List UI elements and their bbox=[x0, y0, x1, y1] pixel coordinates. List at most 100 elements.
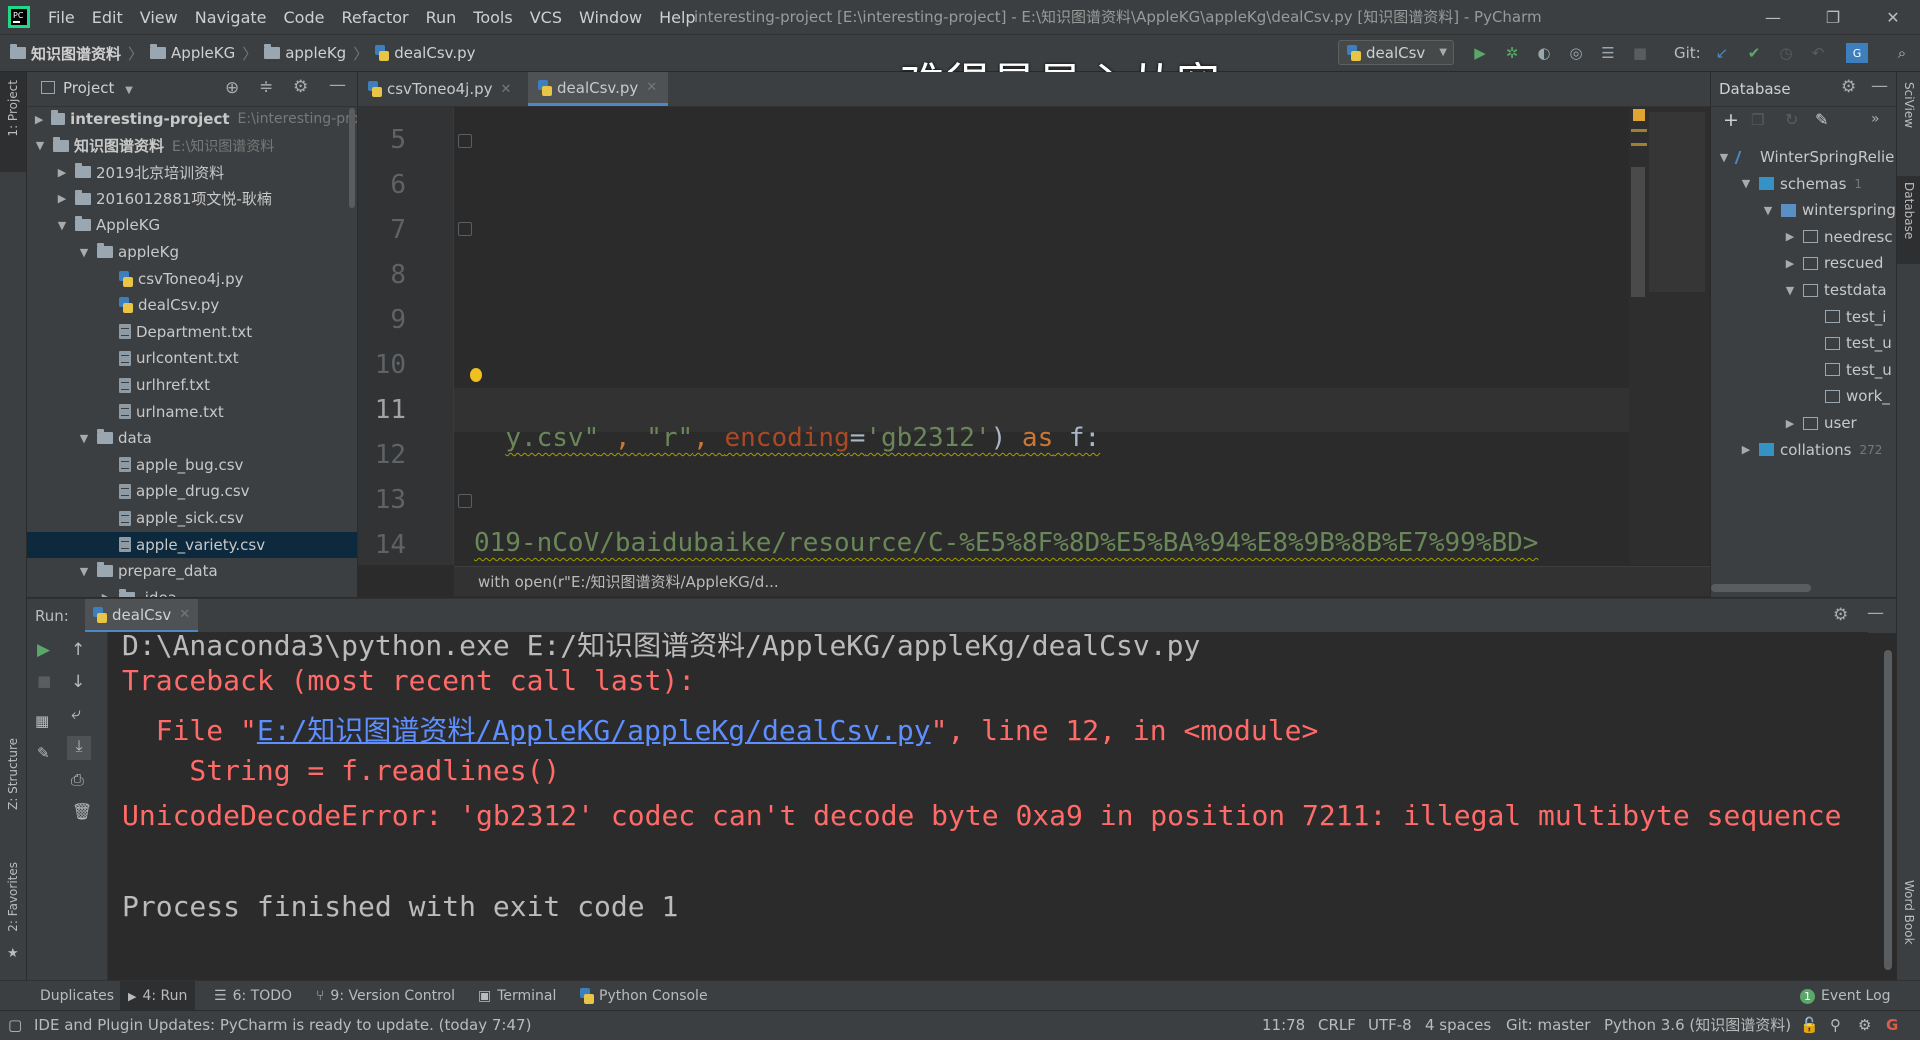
settings-icon[interactable]: ⚙ bbox=[1858, 1011, 1871, 1040]
concurrency-icon[interactable]: ☰ bbox=[1596, 41, 1620, 65]
tree-item[interactable]: apple_drug.csv bbox=[27, 478, 357, 504]
vcs-commit-icon[interactable]: ✔ bbox=[1742, 41, 1766, 65]
todo-tool-button[interactable]: ☰ 6: TODO bbox=[214, 981, 292, 1011]
db-tree-item[interactable]: ▼ winterspring bbox=[1711, 197, 1897, 223]
structure-tool-tab[interactable]: Z: Structure bbox=[6, 738, 20, 810]
git-branch[interactable]: Git: master bbox=[1506, 1011, 1590, 1040]
tree-item[interactable]: dealCsv.py bbox=[27, 292, 357, 318]
chevron-right-icon[interactable]: ▶ bbox=[55, 166, 69, 179]
db-tree-item[interactable]: ▼ testdata bbox=[1711, 277, 1897, 303]
run-console[interactable]: D:\Anaconda3\python.exe E:/知识图谱资料/AppleK… bbox=[108, 632, 1868, 980]
chevron-right-icon[interactable]: ▶ bbox=[99, 591, 113, 597]
db-tree-item[interactable]: ▶ rescued bbox=[1711, 250, 1897, 276]
vcs-update-icon[interactable]: ↙ bbox=[1710, 41, 1734, 65]
tree-item[interactable]: urlcontent.txt bbox=[27, 345, 357, 371]
tree-item[interactable]: urlhref.txt bbox=[27, 372, 357, 398]
tree-item[interactable]: apple_variety.csv bbox=[27, 531, 357, 558]
restore-button[interactable]: ❐ bbox=[1810, 0, 1856, 34]
tree-item[interactable]: csvToneo4j.py bbox=[27, 266, 357, 292]
copy-icon[interactable]: ❐ bbox=[1751, 111, 1764, 129]
menu-edit[interactable]: Edit bbox=[92, 8, 123, 27]
menu-navigate[interactable]: Navigate bbox=[195, 8, 267, 27]
terminal-tool-button[interactable]: ▣ Terminal bbox=[478, 981, 556, 1011]
menu-view[interactable]: View bbox=[140, 8, 178, 27]
db-tree-item[interactable]: ▶ needresc bbox=[1711, 224, 1897, 250]
tree-item[interactable]: ▼ AppleKG bbox=[27, 212, 357, 238]
tree-item[interactable]: ▼ 知识图谱资料 E:\知识图谱资料 bbox=[27, 133, 357, 159]
chevron-right-icon[interactable]: ▶ bbox=[55, 192, 69, 205]
minimize-button[interactable]: — bbox=[1750, 0, 1796, 34]
revert-icon[interactable]: ↶ bbox=[1806, 41, 1830, 65]
file-encoding[interactable]: UTF-8 bbox=[1368, 1011, 1412, 1040]
stop-icon[interactable]: ■ bbox=[37, 672, 51, 690]
arrow-down-icon[interactable]: ↓ bbox=[71, 672, 85, 692]
chevron-down-icon[interactable]: ▼ bbox=[1761, 204, 1775, 217]
lock-icon[interactable]: 🔓 bbox=[1800, 1011, 1819, 1040]
hide-panel-icon[interactable]: — bbox=[329, 75, 346, 95]
debug-icon[interactable]: ✲ bbox=[1500, 41, 1524, 65]
fold-marker-icon[interactable] bbox=[458, 134, 472, 148]
code-line-11[interactable]: y.csv" , "r", encoding='gb2312') as f: bbox=[474, 393, 1100, 453]
version-control-tool-button[interactable]: ⑂ 9: Version Control bbox=[316, 981, 455, 1011]
tree-item[interactable]: ▶ .idea bbox=[27, 585, 357, 597]
favorites-tool-tab[interactable]: 2: Favorites bbox=[6, 862, 20, 932]
hide-panel-icon[interactable]: — bbox=[1871, 76, 1888, 96]
db-tree-item[interactable]: work_ bbox=[1711, 383, 1897, 409]
tree-item[interactable]: ▼ prepare_data bbox=[27, 558, 357, 584]
chevron-down-icon[interactable]: ▼ bbox=[33, 139, 47, 152]
chevron-down-icon[interactable]: ▼ bbox=[77, 565, 91, 578]
db-tree-item[interactable]: ▼ schemas 1 bbox=[1711, 171, 1897, 197]
scroll-thumb[interactable] bbox=[1631, 167, 1645, 297]
run-icon[interactable]: ▶ bbox=[1468, 41, 1492, 65]
pin-icon[interactable]: ✎ bbox=[37, 744, 50, 762]
chevron-right-icon[interactable]: ▶ bbox=[1739, 443, 1753, 456]
menu-refactor[interactable]: Refactor bbox=[341, 8, 408, 27]
more-icon[interactable]: » bbox=[1871, 111, 1880, 127]
rerun-icon[interactable]: ▶ bbox=[37, 640, 50, 660]
line-separator[interactable]: CRLF bbox=[1318, 1011, 1356, 1040]
db-tree-item[interactable]: ▶ collations 272 bbox=[1711, 437, 1897, 463]
database-tool-tab[interactable]: Database bbox=[1897, 176, 1920, 264]
chevron-down-icon[interactable]: ▼ bbox=[1783, 284, 1797, 297]
wordbook-tool-tab[interactable]: Word Book bbox=[1902, 880, 1916, 945]
db-tree-item[interactable]: test_u bbox=[1711, 357, 1897, 383]
chevron-right-icon[interactable]: ▶ bbox=[1783, 230, 1797, 243]
database-scrollbar[interactable] bbox=[1711, 584, 1811, 592]
code-line-14[interactable]: 019-nCoV/baidubaike/resource/C-%E5%8F%8D… bbox=[474, 528, 1538, 558]
tree-item[interactable]: ▼ data bbox=[27, 425, 357, 451]
coverage-icon[interactable]: ◐ bbox=[1532, 41, 1556, 65]
close-tab-icon[interactable]: ✕ bbox=[501, 82, 512, 97]
edit-icon[interactable]: ✎ bbox=[1815, 110, 1828, 129]
chevron-right-icon[interactable]: ▶ bbox=[1783, 417, 1797, 430]
tree-item[interactable]: apple_bug.csv bbox=[27, 452, 357, 478]
breadcrumb-item[interactable]: appleKg 〉 bbox=[264, 43, 375, 64]
layout-icon[interactable]: ▦ bbox=[35, 712, 49, 730]
fold-marker-icon[interactable] bbox=[458, 222, 472, 236]
tab-dealcsv[interactable]: dealCsv.py ✕ bbox=[528, 72, 668, 106]
inspector-icon[interactable]: ⚲ bbox=[1830, 1011, 1841, 1040]
intention-bulb-icon[interactable] bbox=[470, 368, 482, 382]
arrow-up-icon[interactable]: ↑ bbox=[71, 640, 85, 660]
menu-window[interactable]: Window bbox=[579, 8, 642, 27]
run-configuration-select[interactable]: dealCsv ▼ bbox=[1338, 40, 1454, 65]
gear-icon[interactable]: ⚙ bbox=[1841, 77, 1856, 97]
chevron-down-icon[interactable]: ▼ bbox=[77, 246, 91, 259]
tree-item[interactable]: ▶ interesting-project E:\interesting-proj bbox=[27, 106, 357, 132]
db-tree-item[interactable]: test_i bbox=[1711, 304, 1897, 330]
menu-help[interactable]: Help bbox=[659, 8, 695, 27]
chevron-right-icon[interactable]: ▶ bbox=[33, 113, 45, 126]
close-tab-icon[interactable]: ✕ bbox=[179, 607, 190, 622]
tree-item[interactable]: ▶ 2019北京培训资料 bbox=[27, 159, 357, 185]
tree-scrollbar[interactable] bbox=[349, 108, 355, 208]
tab-csvtoneo4j[interactable]: csvToneo4j.py ✕ bbox=[358, 72, 526, 106]
tree-item[interactable]: apple_sick.csv bbox=[27, 505, 357, 531]
indent-setting[interactable]: 4 spaces bbox=[1425, 1011, 1491, 1040]
hide-panel-icon[interactable]: — bbox=[1867, 603, 1884, 623]
refresh-icon[interactable]: ↻ bbox=[1785, 110, 1798, 129]
menu-code[interactable]: Code bbox=[284, 8, 325, 27]
translate-icon[interactable]: G bbox=[1846, 43, 1868, 63]
event-log-tool-button[interactable]: 1 Event Log bbox=[1800, 981, 1891, 1011]
print-icon[interactable]: ⎙ bbox=[71, 770, 84, 790]
python-interpreter[interactable]: Python 3.6 (知识图谱资料) bbox=[1604, 1011, 1791, 1040]
gear-icon[interactable]: ⚙ bbox=[1833, 605, 1848, 625]
